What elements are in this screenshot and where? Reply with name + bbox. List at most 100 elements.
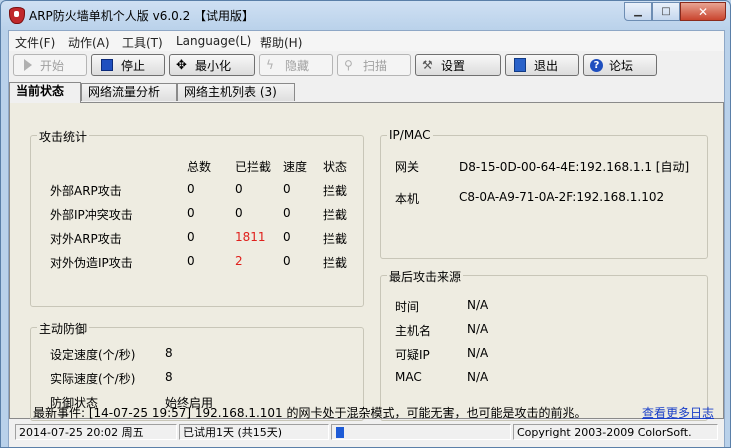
- stop-icon: [101, 59, 113, 71]
- row-name: 对外ARP攻击: [50, 232, 122, 246]
- actual-speed-label: 实际速度(个/秒): [50, 372, 136, 386]
- time-label: 时间: [395, 300, 420, 314]
- app-window: ARP防火墙单机个人版 v6.0.2 【试用版】 ▁ □ ✕ 文件(F) 动作(…: [0, 0, 731, 448]
- row-name: 外部ARP攻击: [50, 184, 122, 198]
- set-speed-label: 设定速度(个/秒): [50, 348, 136, 362]
- last-attack-group: 最后攻击来源 时间 N/A 主机名 N/A 可疑IP N/A MAC N/A: [380, 268, 708, 421]
- minimize-label: 最小化: [195, 58, 232, 73]
- stop-label: 停止: [121, 58, 146, 73]
- gateway-value: D8-15-0D-00-64-4E:192.168.1.1 [自动]: [459, 160, 690, 174]
- stop-button[interactable]: 停止: [91, 54, 165, 76]
- header-status: 状态: [323, 160, 348, 174]
- minimize-icon: ▁: [634, 6, 642, 17]
- row-speed: 0: [283, 230, 291, 244]
- minimize-button[interactable]: ✥ 最小化: [169, 54, 255, 76]
- row-speed: 0: [283, 206, 291, 220]
- mac-label: MAC: [395, 370, 422, 384]
- attack-stats-title: 攻击统计: [37, 128, 90, 145]
- start-button[interactable]: 开始: [13, 54, 87, 76]
- menu-help[interactable]: 帮助(H): [260, 34, 302, 51]
- trial-progress-bar: [331, 424, 511, 440]
- menu-bar: 文件(F) 动作(A) 工具(T) Language(L) 帮助(H): [9, 31, 724, 51]
- minimize-window-button[interactable]: ▁: [624, 2, 652, 21]
- status-datetime: 2014-07-25 20:02 周五: [15, 424, 177, 440]
- local-value: C8-0A-A9-71-0A-2F:192.168.1.102: [459, 190, 665, 204]
- row-name: 对外伪造IP攻击: [50, 256, 133, 270]
- hide-label: 隐藏: [285, 58, 310, 73]
- scan-button[interactable]: ⚲ 扫描: [337, 54, 411, 76]
- header-speed: 速度: [283, 160, 308, 174]
- status-trial: 已试用1天 (共15天): [179, 424, 329, 440]
- row-status: 拦截: [323, 256, 348, 270]
- row-blocked: 1811: [235, 230, 266, 244]
- exit-button[interactable]: 退出: [505, 54, 579, 76]
- row-status: 拦截: [323, 208, 348, 222]
- settings-label: 设置: [441, 58, 466, 73]
- row-total: 0: [187, 182, 195, 196]
- row-blocked: 0: [235, 182, 243, 196]
- row-total: 0: [187, 230, 195, 244]
- tab-current-status[interactable]: 当前状态: [9, 82, 81, 103]
- suspect-ip-label: 可疑IP: [395, 348, 430, 362]
- status-panel: 攻击统计 总数 已拦截 速度 状态 外部ARP攻击 0 0 0 拦截 外部IP冲…: [9, 102, 724, 421]
- host-value: N/A: [467, 322, 489, 336]
- tab-strip: 当前状态 网络流量分析 网络主机列表 (3): [9, 82, 724, 103]
- shield-icon: [9, 7, 25, 24]
- more-log-link[interactable]: 查看更多日志: [642, 404, 714, 421]
- row-total: 0: [187, 206, 195, 220]
- tools-icon: ⚒: [422, 57, 433, 72]
- exit-label: 退出: [534, 58, 559, 73]
- tab-host-list[interactable]: 网络主机列表 (3): [177, 83, 295, 101]
- time-value: N/A: [467, 298, 489, 312]
- gateway-label: 网关: [395, 160, 420, 174]
- header-blocked: 已拦截: [235, 160, 272, 174]
- local-label: 本机: [395, 192, 420, 206]
- hide-button[interactable]: ϟ 隐藏: [259, 54, 333, 76]
- status-copyright: Copyright 2003-2009 ColorSoft.: [513, 424, 718, 440]
- toolbar: 开始 停止 ✥ 最小化 ϟ 隐藏 ⚲ 扫描 ⚒ 设置 退出 ? 论坛: [9, 52, 724, 82]
- ipmac-title: IP/MAC: [387, 128, 433, 142]
- forum-label: 论坛: [609, 58, 634, 73]
- ipmac-group: IP/MAC 网关 D8-15-0D-00-64-4E:192.168.1.1 …: [380, 128, 708, 259]
- menu-file[interactable]: 文件(F): [15, 34, 55, 51]
- menu-action[interactable]: 动作(A): [68, 34, 110, 51]
- scan-label: 扫描: [363, 58, 388, 73]
- tab-traffic-analysis[interactable]: 网络流量分析: [81, 83, 177, 101]
- row-name: 外部IP冲突攻击: [50, 208, 133, 222]
- actual-speed-value: 8: [165, 370, 173, 384]
- row-status: 拦截: [323, 184, 348, 198]
- set-speed-value: 8: [165, 346, 173, 360]
- magnifier-icon: ⚲: [344, 57, 353, 72]
- close-icon: ✕: [697, 4, 709, 19]
- latest-event: 最新事件: [14-07-25 19:57] 192.168.1.101 的网卡…: [33, 406, 587, 420]
- row-status: 拦截: [323, 232, 348, 246]
- play-icon: [24, 59, 32, 71]
- move-arrows-icon: ✥: [176, 57, 187, 73]
- maximize-icon: □: [661, 6, 671, 17]
- lightning-icon: ϟ: [266, 57, 274, 72]
- mac-value: N/A: [467, 370, 489, 384]
- last-attack-title: 最后攻击来源: [387, 268, 464, 285]
- attack-stats-group: 攻击统计 总数 已拦截 速度 状态 外部ARP攻击 0 0 0 拦截 外部IP冲…: [30, 128, 364, 307]
- maximize-window-button[interactable]: □: [652, 2, 680, 21]
- settings-button[interactable]: ⚒ 设置: [415, 54, 501, 76]
- suspect-ip-value: N/A: [467, 346, 489, 360]
- client-area: 文件(F) 动作(A) 工具(T) Language(L) 帮助(H) 开始 停…: [8, 30, 725, 447]
- defense-title: 主动防御: [37, 320, 90, 337]
- forum-button[interactable]: ? 论坛: [583, 54, 657, 76]
- status-bar: 2014-07-25 20:02 周五 已试用1天 (共15天) Copyrig…: [9, 421, 724, 443]
- row-blocked: 0: [235, 206, 243, 220]
- start-label: 开始: [40, 58, 65, 73]
- row-total: 0: [187, 254, 195, 268]
- window-title: ARP防火墙单机个人版 v6.0.2 【试用版】: [29, 9, 255, 23]
- menu-language[interactable]: Language(L): [176, 34, 251, 48]
- trial-progress-fill: [336, 427, 344, 438]
- close-window-button[interactable]: ✕: [680, 2, 726, 21]
- row-speed: 0: [283, 182, 291, 196]
- menu-tools[interactable]: 工具(T): [122, 34, 163, 51]
- exit-door-icon: [514, 58, 526, 72]
- title-bar[interactable]: ARP防火墙单机个人版 v6.0.2 【试用版】 ▁ □ ✕: [1, 1, 730, 29]
- help-circle-icon: ?: [590, 58, 603, 72]
- row-blocked: 2: [235, 254, 243, 268]
- host-label: 主机名: [395, 324, 432, 338]
